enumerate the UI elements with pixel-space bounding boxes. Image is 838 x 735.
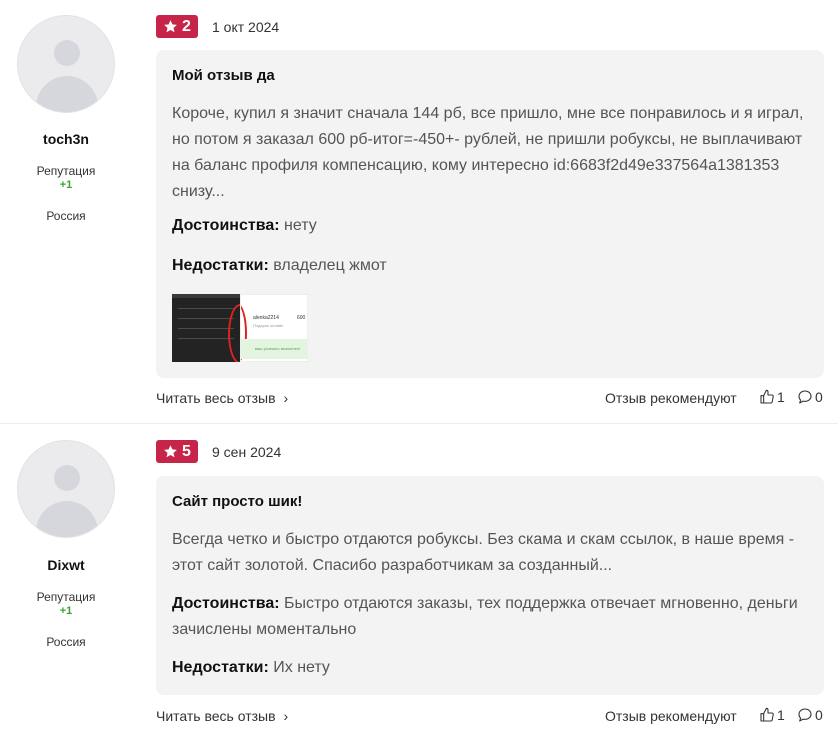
review-date: 1 окт 2024 xyxy=(212,19,280,35)
image-text: ваш успешно выполнен! xyxy=(255,346,301,351)
country: Россия xyxy=(46,635,86,649)
read-more-link[interactable]: Читать весь отзыв › xyxy=(156,390,288,406)
review-body: Всегда четко и быстро отдаются робуксы. … xyxy=(172,531,795,574)
thumbs-up-icon xyxy=(760,707,774,722)
rating-value: 2 xyxy=(182,17,191,35)
review-cons: Недостатки: владелец жмот xyxy=(172,253,808,279)
comments-count: 0 xyxy=(815,389,823,405)
likes-count: 1 xyxy=(777,707,785,723)
cons-label: Недостатки: xyxy=(172,257,269,274)
image-text: alenka2214 xyxy=(253,315,279,321)
country: Россия xyxy=(46,209,86,223)
recommend-label: Отзыв рекомендуют xyxy=(605,390,737,406)
image-text: 600 xyxy=(297,315,306,321)
chevron-right-icon: › xyxy=(283,390,289,406)
avatar[interactable] xyxy=(17,440,115,538)
username[interactable]: Dixwt xyxy=(0,557,132,573)
review-body: Короче, купил я значит сначала 144 рб, в… xyxy=(172,105,804,200)
rating-badge: 5 xyxy=(156,440,198,463)
star-icon xyxy=(164,20,177,33)
review-title: Сайт просто шик! xyxy=(172,493,303,510)
review-pros: Достоинства: нету xyxy=(172,213,808,239)
comments-button[interactable]: 0 xyxy=(797,389,823,405)
likes-count: 1 xyxy=(777,389,785,405)
thumbs-up-icon xyxy=(760,389,774,404)
reputation-label: Репутация xyxy=(36,590,96,604)
rating-badge: 2 xyxy=(156,15,198,38)
star-icon xyxy=(164,445,177,458)
read-more-label: Читать весь отзыв xyxy=(156,390,276,406)
comments-count: 0 xyxy=(815,707,823,723)
image-text: Подарок онлайн xyxy=(253,323,284,328)
like-button[interactable]: 1 xyxy=(759,707,785,723)
pros-label: Достоинства: xyxy=(172,595,280,612)
username[interactable]: toch3n xyxy=(0,131,132,147)
review-cons: Недостатки: Их нету xyxy=(172,655,808,681)
review-divider xyxy=(0,423,838,424)
review-title: Мой отзыв да xyxy=(172,67,275,84)
comment-icon xyxy=(798,708,812,722)
avatar[interactable] xyxy=(17,15,115,113)
review-date: 9 сен 2024 xyxy=(212,444,282,460)
read-more-label: Читать весь отзыв xyxy=(156,708,276,724)
review-images: alenka2214 600 Подарок онлайн ваш успешн… xyxy=(172,294,308,362)
cons-text: владелец жмот xyxy=(273,257,387,274)
cons-label: Недостатки: xyxy=(172,659,269,676)
review-image-2[interactable]: alenka2214 600 Подарок онлайн ваш успешн… xyxy=(240,294,308,362)
review-pros: Достоинства: Быстро отдаются заказы, тех… xyxy=(172,591,808,643)
comments-button[interactable]: 0 xyxy=(797,707,823,723)
reputation-label: Репутация xyxy=(36,164,96,178)
reputation-value: +1 xyxy=(59,605,73,617)
review-image-1[interactable] xyxy=(172,294,240,362)
review-card: Мой отзыв да Короче, купил я значит снач… xyxy=(156,50,824,378)
pros-text: нету xyxy=(284,217,317,234)
review-card: Сайт просто шик! Всегда четко и быстро о… xyxy=(156,476,824,695)
pros-label: Достоинства: xyxy=(172,217,280,234)
cons-text: Их нету xyxy=(273,659,330,676)
like-button[interactable]: 1 xyxy=(759,389,785,405)
reputation-value: +1 xyxy=(59,179,73,191)
rating-value: 5 xyxy=(182,442,191,460)
chevron-right-icon: › xyxy=(283,708,289,724)
recommend-label: Отзыв рекомендуют xyxy=(605,708,737,724)
read-more-link[interactable]: Читать весь отзыв › xyxy=(156,708,288,724)
comment-icon xyxy=(798,390,812,404)
